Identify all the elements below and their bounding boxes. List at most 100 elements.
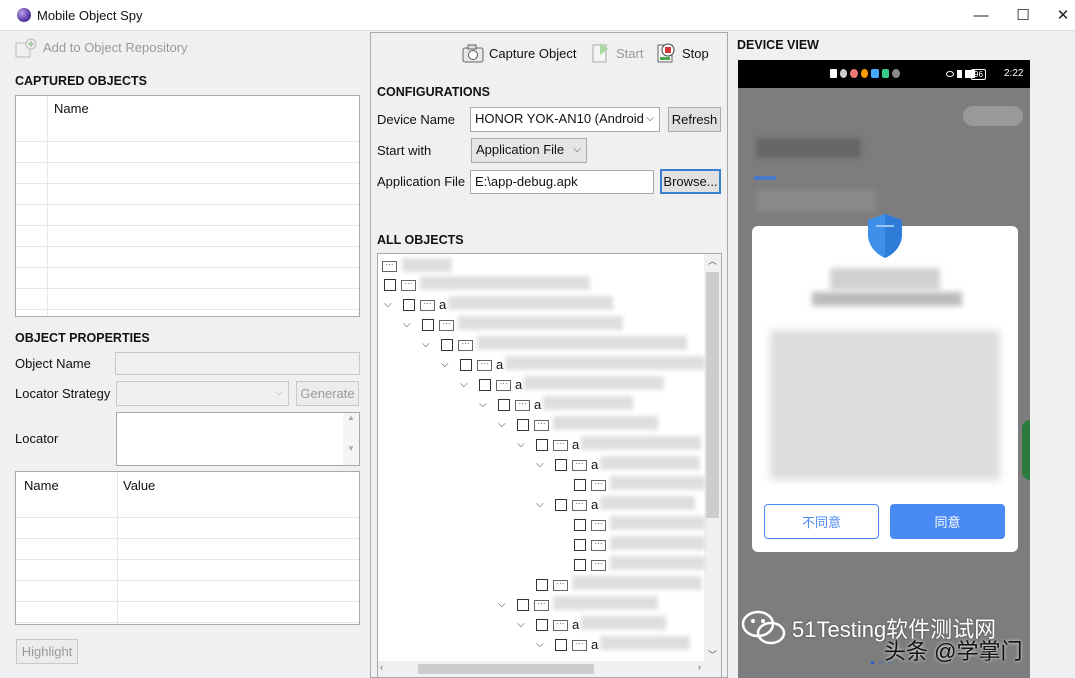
- chevron-down-icon: ⌵: [275, 387, 283, 398]
- chevron-down-icon[interactable]: ⌵: [498, 419, 506, 430]
- phone-clock: 2:22: [1004, 68, 1024, 79]
- chevron-down-icon[interactable]: ⌵: [384, 299, 392, 310]
- objects-tree[interactable]: ︿ ﹀ ‹ › ··· ··· ⌵ ··· a ⌵ ··· ⌵ ··· ⌵ ··…: [377, 253, 722, 678]
- refresh-button[interactable]: Refresh: [668, 107, 721, 132]
- device-name-label: Device Name: [377, 112, 456, 127]
- close-button[interactable]: ✕: [1040, 0, 1075, 30]
- tree-node-icon: ···: [591, 540, 606, 551]
- properties-column-name: Name: [24, 478, 59, 493]
- tree-checkbox[interactable]: [555, 499, 567, 511]
- chevron-down-icon[interactable]: ⌵: [536, 639, 544, 650]
- device-screen[interactable]: 96 2:22 不同意 同意 ●○○: [738, 60, 1030, 678]
- start-with-select[interactable]: Application File ⌵: [471, 138, 587, 163]
- chevron-down-icon[interactable]: ⌵: [498, 599, 506, 610]
- chevron-down-icon[interactable]: ⌵: [517, 619, 525, 630]
- device-view-title: DEVICE VIEW: [737, 38, 819, 52]
- tree-checkbox[interactable]: [574, 559, 586, 571]
- background-text: [756, 190, 876, 212]
- tree-checkbox[interactable]: [460, 359, 472, 371]
- tree-checkbox[interactable]: [536, 439, 548, 451]
- camera-icon[interactable]: [461, 42, 485, 64]
- object-name-label: Object Name: [15, 356, 91, 371]
- stop-button[interactable]: Stop: [682, 46, 709, 61]
- chevron-down-icon[interactable]: ⌵: [536, 459, 544, 470]
- battery-indicator: 96: [971, 69, 986, 80]
- dialog-subtitle: [812, 292, 962, 306]
- tree-node-icon: ···: [553, 580, 568, 591]
- background-heading: [756, 138, 861, 158]
- tree-node-icon: ···: [496, 380, 511, 391]
- locator-scrollbar[interactable]: ▲ ▼: [343, 413, 359, 465]
- minimize-button[interactable]: —: [958, 0, 1004, 30]
- background-green-shape: [1022, 420, 1030, 480]
- locator-strategy-select[interactable]: ⌵: [116, 381, 289, 406]
- chevron-down-icon[interactable]: ⌵: [403, 319, 411, 330]
- tree-checkbox[interactable]: [574, 519, 586, 531]
- tree-horizontal-scrollbar[interactable]: ‹ ›: [378, 661, 721, 677]
- disagree-button[interactable]: 不同意: [764, 504, 879, 539]
- tree-checkbox[interactable]: [479, 379, 491, 391]
- tree-node-label: a: [534, 397, 542, 412]
- tree-checkbox[interactable]: [517, 599, 529, 611]
- browse-button[interactable]: Browse...: [660, 169, 721, 194]
- tree-checkbox[interactable]: [555, 639, 567, 651]
- tree-checkbox[interactable]: [536, 619, 548, 631]
- tree-node-icon: ···: [458, 340, 473, 351]
- start-with-label: Start with: [377, 143, 432, 158]
- tree-checkbox[interactable]: [498, 399, 510, 411]
- object-name-input[interactable]: [115, 352, 360, 375]
- chevron-down-icon: ⌵: [573, 144, 581, 155]
- tree-node-label: a: [591, 457, 599, 472]
- device-side-gutter: [1030, 60, 1075, 678]
- all-objects-title: ALL OBJECTS: [377, 233, 464, 247]
- tree-vertical-scrollbar[interactable]: ︿ ﹀: [704, 254, 721, 663]
- chevron-down-icon[interactable]: ⌵: [479, 399, 487, 410]
- tree-checkbox[interactable]: [384, 279, 396, 291]
- tree-node-icon: ···: [553, 440, 568, 451]
- application-file-input[interactable]: E:\app-debug.apk: [470, 170, 654, 194]
- agree-button[interactable]: 同意: [890, 504, 1005, 539]
- generate-button[interactable]: Generate: [296, 381, 359, 406]
- chevron-down-icon[interactable]: ⌵: [422, 339, 430, 350]
- tree-checkbox[interactable]: [555, 459, 567, 471]
- dialog-title: [830, 268, 940, 290]
- locator-label: Locator: [15, 431, 59, 446]
- device-name-select[interactable]: HONOR YOK-AN10 (Android ⌵: [470, 107, 660, 132]
- tree-node-label: a: [572, 617, 580, 632]
- chevron-down-icon[interactable]: ⌵: [460, 379, 468, 390]
- tree-node-label: a: [496, 357, 504, 372]
- window-title: Mobile Object Spy: [37, 8, 143, 23]
- tree-node-icon: ···: [572, 460, 587, 471]
- tree-node-icon: ···: [591, 520, 606, 531]
- captured-objects-table[interactable]: Name: [15, 95, 360, 317]
- properties-table[interactable]: Name Value: [15, 471, 360, 625]
- configurations-title: CONFIGURATIONS: [377, 85, 490, 99]
- tree-checkbox[interactable]: [536, 579, 548, 591]
- highlight-button[interactable]: Highlight: [16, 639, 78, 664]
- tree-checkbox[interactable]: [422, 319, 434, 331]
- locator-textarea[interactable]: ▲ ▼: [116, 412, 360, 466]
- background-pill: [963, 106, 1023, 126]
- start-icon[interactable]: [591, 41, 611, 65]
- start-button[interactable]: Start: [616, 46, 643, 61]
- wechat-icon: [741, 609, 787, 647]
- tree-checkbox[interactable]: [517, 419, 529, 431]
- tree-node-icon: ···: [591, 480, 606, 491]
- properties-column-value: Value: [123, 478, 156, 493]
- tree-checkbox[interactable]: [574, 479, 586, 491]
- tree-node-icon: ···: [439, 320, 454, 331]
- chevron-down-icon[interactable]: ⌵: [536, 499, 544, 510]
- tree-checkbox[interactable]: [441, 339, 453, 351]
- add-to-repository-button[interactable]: Add to Object Repository: [43, 40, 188, 55]
- stop-icon[interactable]: [656, 41, 678, 65]
- tree-node-icon: ···: [572, 640, 587, 651]
- tree-node-icon: ···: [477, 360, 492, 371]
- chevron-down-icon: ⌵: [646, 113, 654, 124]
- tree-checkbox[interactable]: [403, 299, 415, 311]
- tree-checkbox[interactable]: [574, 539, 586, 551]
- capture-object-button[interactable]: Capture Object: [489, 46, 576, 61]
- tree-node-label: a: [515, 377, 523, 392]
- chevron-down-icon[interactable]: ⌵: [441, 359, 449, 370]
- chevron-down-icon[interactable]: ⌵: [517, 439, 525, 450]
- privacy-dialog: 不同意 同意: [752, 214, 1018, 552]
